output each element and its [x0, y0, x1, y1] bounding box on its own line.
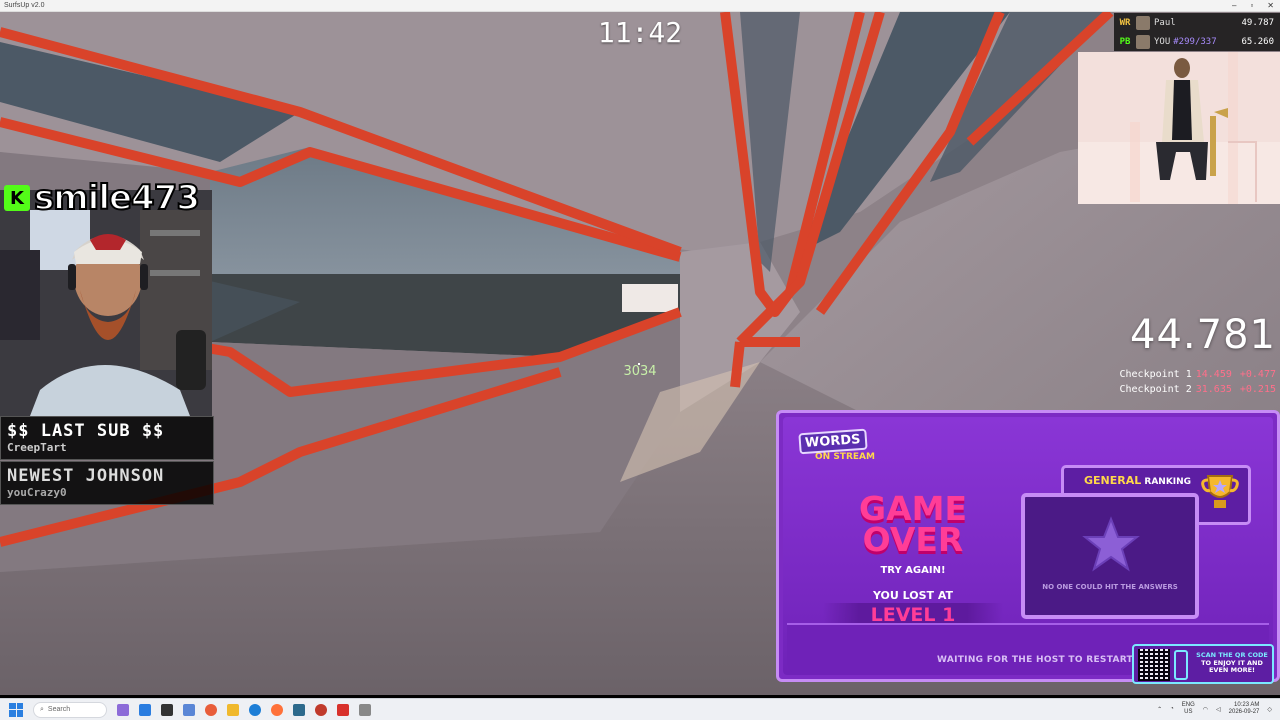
clock-timer: 11:42 [597, 16, 683, 49]
qr-promo[interactable]: SCAN THE QR CODE TO ENJOY IT AND EVEN MO… [1132, 644, 1274, 684]
windows-start-icon[interactable] [9, 702, 23, 717]
checkpoint-delta: +0.477 [1239, 369, 1276, 380]
ranking-label-strong: GENERAL [1084, 474, 1142, 487]
taskbar-app-icon[interactable] [161, 703, 173, 716]
lost-at-label: YOU LOST AT [872, 589, 954, 602]
system-tray: ⌃ ◔ ENG US ◠ ◁ 10:23 AM 2026-09-27 ◇ [1157, 702, 1272, 716]
qr-text: SCAN THE QR CODE TO ENJOY IT AND EVEN MO… [1196, 651, 1268, 674]
streamer-name: smile473 [33, 177, 201, 219]
star-icon [1082, 516, 1140, 572]
pb-rank: #299/337 [1173, 37, 1217, 47]
search-placeholder: Search [47, 705, 71, 713]
run-timer: 44.781 [1130, 312, 1276, 358]
checkpoint-delta: +0.215 [1239, 384, 1276, 395]
pb-name: YOU [1154, 37, 1171, 47]
avatar [1136, 16, 1150, 30]
newest-panel: NEWEST JOHNSON youCrazy0 [0, 461, 214, 505]
wr-tag: WR [1119, 18, 1131, 28]
checkpoint-row-1: Checkpoint 1 14.459 +0.477 [1090, 369, 1280, 380]
taskbar-clock[interactable]: 10:23 AM 2026-09-27 [1229, 702, 1260, 716]
words-on-stream-widget: WORDS ON STREAM GAME OVER TRY AGAIN! YOU… [776, 410, 1280, 682]
video-pip [1078, 52, 1280, 204]
qr-code-icon [1138, 649, 1170, 681]
windows-taskbar: ⌕ Search ⌃ ◔ ENG US ◠ ◁ 10:23 AM 2026-09-2… [0, 698, 1280, 720]
window-title: SurfsUp v2.0 [4, 2, 45, 9]
leaderboard-panel: WR Paul 49.787 PB YOU #299/337 65.260 [1114, 13, 1280, 51]
maximize-button[interactable]: ▫ [1250, 0, 1253, 12]
logo-on-stream: ON STREAM [815, 452, 875, 462]
window-titlebar: SurfsUp v2.0 – ▫ ✕ [0, 0, 1280, 12]
no-hit-text: NO ONE COULD HIT THE ANSWERS [1042, 583, 1178, 591]
checkpoint-label: Checkpoint 1 [1119, 369, 1192, 380]
ranking-panel: NO ONE COULD HIT THE ANSWERS [1021, 493, 1199, 619]
last-sub-panel: $$ LAST SUB $$ CreepTart [0, 416, 214, 460]
checkpoint-time: 31.635 [1195, 384, 1232, 395]
taskbar-app-icon[interactable] [117, 703, 129, 716]
taskbar-app-icon[interactable] [293, 703, 305, 716]
firefox-icon[interactable] [271, 703, 283, 716]
leaderboard-row-wr: WR Paul 49.787 [1114, 14, 1280, 32]
leaderboard-row-pb: PB YOU #299/337 65.260 [1114, 33, 1280, 51]
webcam-image [0, 190, 212, 416]
taskbar-app-icon[interactable] [315, 703, 327, 716]
folder-icon[interactable] [227, 703, 239, 716]
newest-header: NEWEST JOHNSON [7, 466, 165, 486]
taskbar-app-icon[interactable] [139, 703, 151, 716]
taskbar-search[interactable]: ⌕ Search [33, 701, 107, 718]
game-over-text: GAME OVER [858, 489, 967, 559]
chevron-up-icon[interactable]: ⌃ [1157, 706, 1162, 713]
kick-logo-icon: K [4, 185, 30, 211]
trophy-icon [1201, 475, 1239, 508]
words-on-stream-logo: WORDS ON STREAM [798, 428, 883, 471]
ranking-label-rest: RANKING [1141, 477, 1192, 487]
taskbar-app-icon[interactable] [359, 703, 371, 716]
taskbar-app-icon[interactable] [337, 703, 349, 716]
wifi-icon[interactable]: ◠ [1203, 706, 1208, 713]
last-sub-header: $$ LAST SUB $$ [7, 421, 165, 441]
webcam-feed [0, 190, 212, 416]
search-icon: ⌕ [40, 705, 44, 713]
waiting-text: WAITING FOR THE HOST TO RESTART [937, 655, 1133, 665]
phone-icon [1174, 650, 1188, 680]
speed-readout: 3034 [623, 364, 657, 379]
newest-value: youCrazy0 [7, 486, 67, 499]
notification-bell-icon[interactable]: ◇ [1267, 706, 1272, 713]
wr-name: Paul [1154, 18, 1176, 28]
pb-time: 65.260 [1241, 37, 1274, 47]
minimize-button[interactable]: – [1232, 0, 1236, 12]
taskbar-app-icon[interactable] [249, 703, 261, 716]
streamer-handle: K smile473 [4, 177, 201, 219]
volume-icon[interactable]: ◁ [1216, 706, 1221, 713]
last-sub-value: CreepTart [7, 441, 67, 454]
checkpoint-label: Checkpoint 2 [1119, 384, 1192, 395]
pb-tag: PB [1119, 37, 1131, 47]
network-icon[interactable]: ◔ [1170, 706, 1174, 712]
try-again-text: TRY AGAIN! [880, 565, 946, 576]
avatar [1136, 35, 1150, 49]
screen: SurfsUp v2.0 – ▫ ✕ 11:42 3034 WR Paul 49… [0, 0, 1280, 720]
pip-video-frame [1078, 52, 1280, 204]
checkpoint-row-2: Checkpoint 2 31.635 +0.215 [1090, 384, 1280, 395]
logo-words: WORDS [798, 428, 868, 455]
close-button[interactable]: ✕ [1267, 0, 1274, 12]
wr-time: 49.787 [1241, 18, 1274, 28]
taskbar-app-icon[interactable] [205, 703, 217, 716]
checkpoint-time: 14.459 [1195, 369, 1232, 380]
language-indicator[interactable]: ENG US [1182, 702, 1195, 716]
taskbar-app-icon[interactable] [183, 703, 195, 716]
